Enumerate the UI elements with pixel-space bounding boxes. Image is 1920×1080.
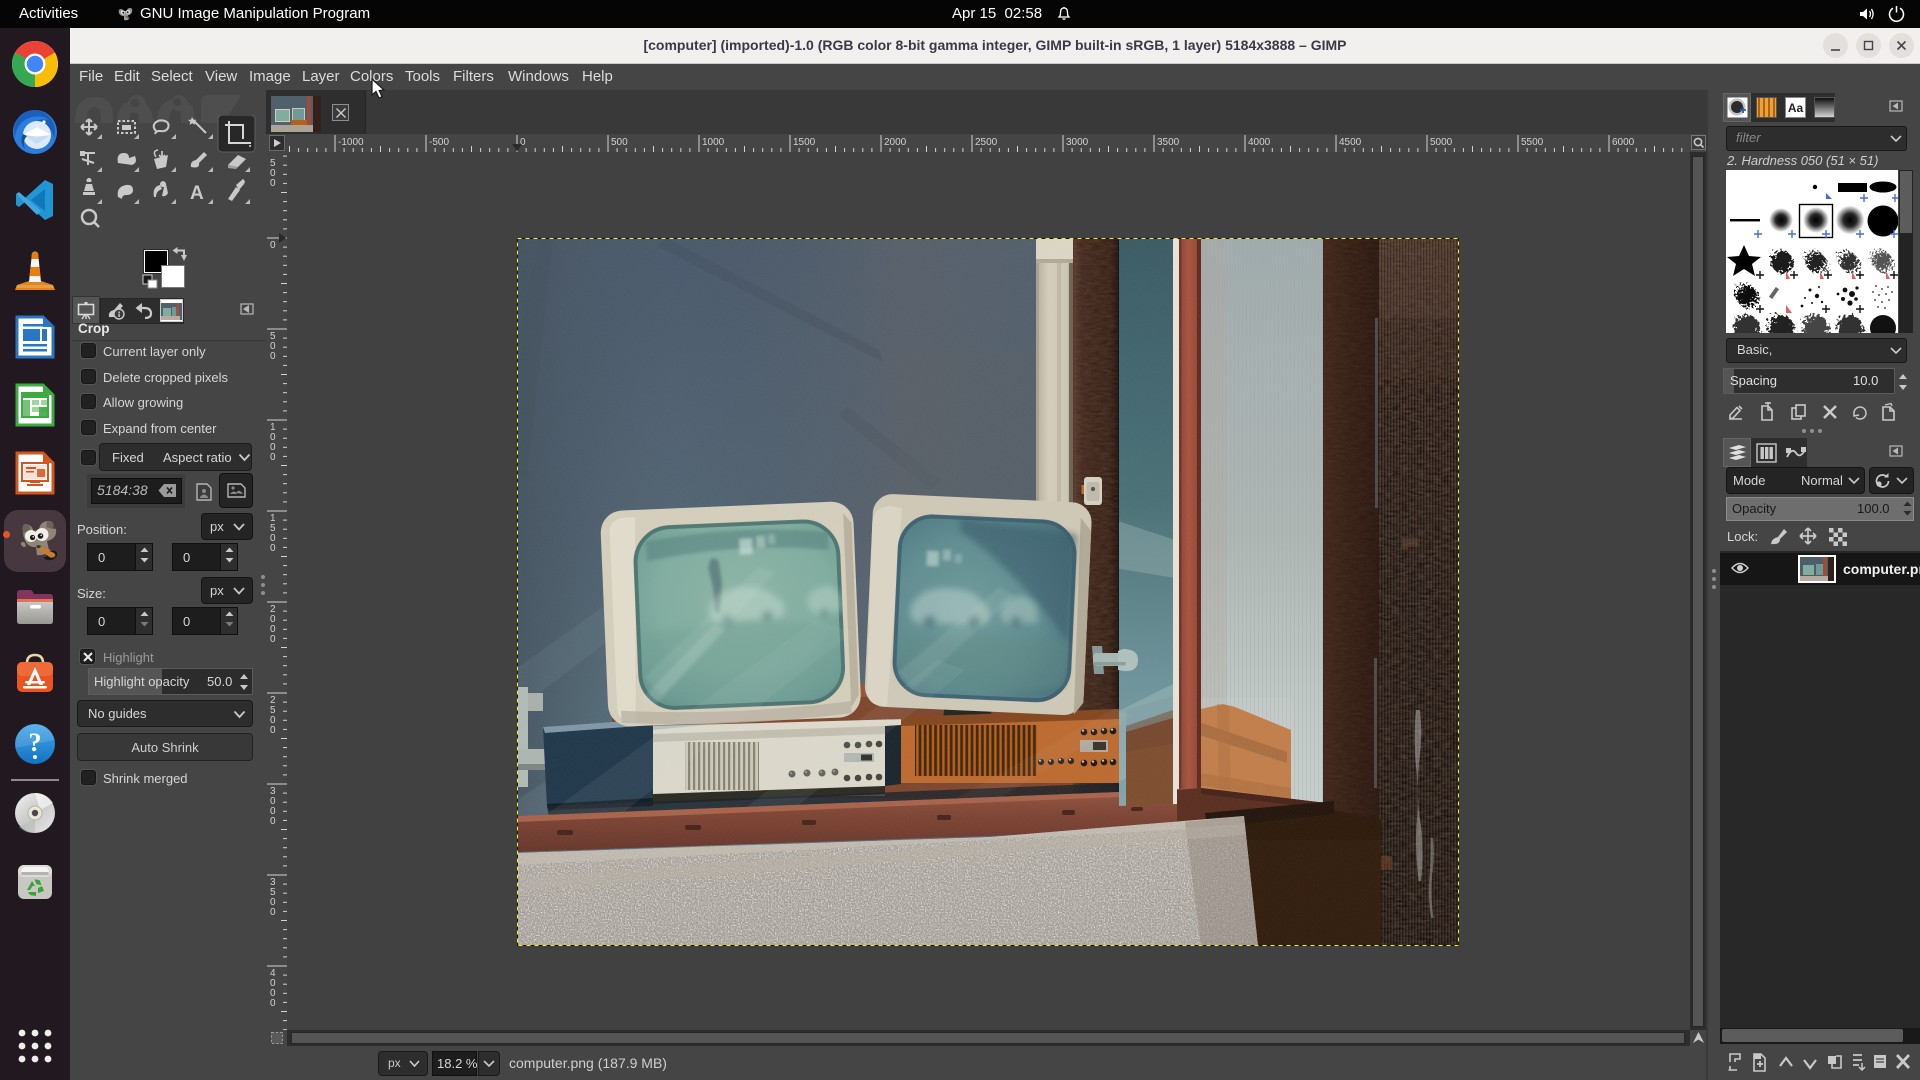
svg-text:0: 0: [270, 725, 276, 736]
svg-text:5000: 5000: [1430, 137, 1453, 148]
svg-text:1000: 1000: [702, 137, 725, 148]
svg-text:3500: 3500: [1157, 137, 1180, 148]
svg-text:500: 500: [611, 137, 628, 148]
svg-text:-500: -500: [429, 137, 449, 148]
svg-text:-1000: -1000: [338, 137, 364, 148]
svg-text:0: 0: [270, 452, 276, 463]
svg-text:0: 0: [270, 816, 276, 827]
svg-text:0: 0: [270, 634, 276, 645]
svg-text:2500: 2500: [975, 137, 998, 148]
svg-text:?: ?: [29, 728, 42, 757]
svg-text:6000: 6000: [1612, 137, 1635, 148]
svg-text:0: 0: [270, 240, 276, 251]
svg-text:0: 0: [270, 351, 276, 362]
svg-text:0: 0: [270, 543, 276, 554]
svg-text:4500: 4500: [1339, 137, 1362, 148]
svg-text:Aa: Aa: [1788, 101, 1804, 115]
svg-text:0: 0: [270, 907, 276, 918]
svg-text:0: 0: [520, 137, 526, 148]
svg-text:0: 0: [270, 998, 276, 1009]
svg-text:3000: 3000: [1066, 137, 1089, 148]
svg-text:1500: 1500: [793, 137, 816, 148]
svg-text:0: 0: [270, 178, 276, 189]
svg-text:A: A: [190, 183, 204, 204]
svg-text:2000: 2000: [884, 137, 907, 148]
svg-text:5500: 5500: [1521, 137, 1544, 148]
svg-text:4000: 4000: [1248, 137, 1271, 148]
